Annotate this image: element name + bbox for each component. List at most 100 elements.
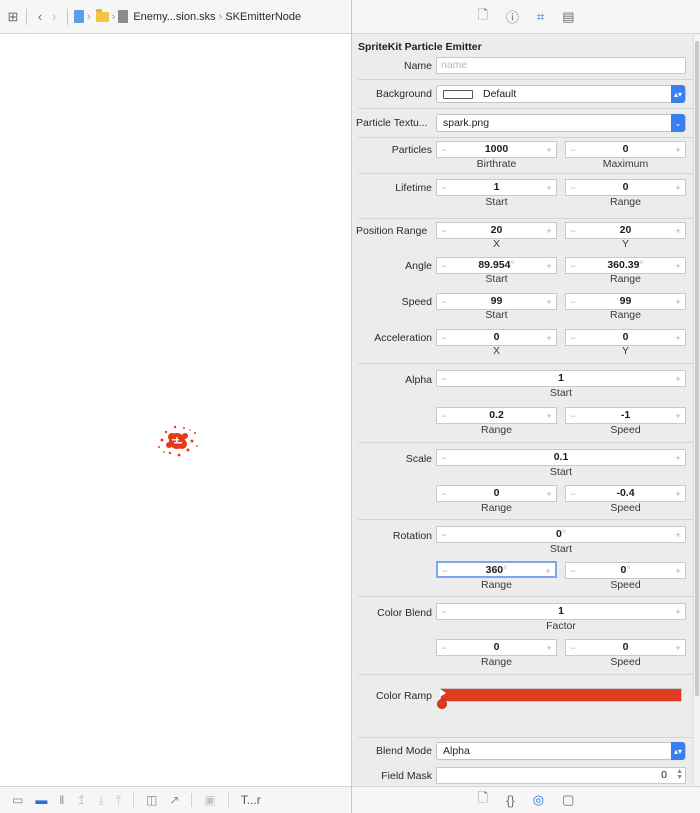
plus-icon[interactable]: + [672, 408, 684, 423]
rotation-range-field[interactable]: 360° [452, 564, 541, 576]
angle-start-value[interactable]: 89.954 [478, 259, 510, 271]
help-icon[interactable]: ⓘ [506, 7, 519, 26]
scale-speed-stepper[interactable]: − -0.4 + [565, 485, 686, 502]
rotation-start-stepper[interactable]: −0° + [436, 526, 686, 543]
position-y-stepper[interactable]: −20 + [565, 222, 686, 239]
plus-icon[interactable]: + [672, 563, 684, 578]
rotation-range-stepper[interactable]: −360° + [436, 561, 557, 578]
file-breadcrumb[interactable]: Enemy...sion.sks [133, 11, 215, 23]
maximum-value[interactable]: 0 [580, 143, 671, 155]
target-icon[interactable]: ◎ [533, 792, 544, 808]
position-x-stepper[interactable]: −20 + [436, 222, 557, 239]
minus-icon[interactable]: − [438, 330, 450, 345]
view-hierarchy-icon[interactable]: ◫ [146, 793, 157, 807]
plus-icon[interactable]: + [543, 258, 555, 273]
plus-icon[interactable]: + [543, 408, 555, 423]
speed-start-stepper[interactable]: −99 + [436, 293, 557, 310]
minus-icon[interactable]: − [438, 180, 450, 195]
plus-icon[interactable]: + [543, 180, 555, 195]
minus-icon[interactable]: − [438, 371, 450, 386]
minus-icon[interactable]: − [438, 450, 450, 465]
lifetime-start-stepper[interactable]: −1 + [436, 179, 557, 196]
plus-icon[interactable]: + [543, 640, 555, 655]
alpha-speed-stepper[interactable]: − -1 + [565, 407, 686, 424]
minus-icon[interactable]: − [567, 223, 579, 238]
inspector-scrollbar[interactable] [693, 35, 700, 786]
acceleration-x-stepper[interactable]: −0 + [436, 329, 557, 346]
minus-icon[interactable]: − [438, 604, 450, 619]
stepper-arrows-icon[interactable]: ▲ ▼ [676, 768, 683, 781]
acceleration-x-value[interactable]: 0 [451, 331, 542, 343]
angle-start-field[interactable]: 89.954° [451, 259, 542, 271]
attributes-icon[interactable]: ⌗ [537, 9, 544, 25]
plus-icon[interactable]: + [672, 640, 684, 655]
color-blend-range-value[interactable]: 0 [451, 641, 542, 653]
step-into-icon[interactable]: ⤓ [98, 793, 103, 808]
scale-range-value[interactable]: 0 [451, 487, 542, 499]
plus-icon[interactable]: + [543, 223, 555, 238]
plus-icon[interactable]: + [672, 258, 684, 273]
minus-icon[interactable]: − [438, 486, 450, 501]
plus-icon[interactable]: + [543, 142, 555, 157]
scene-canvas[interactable] [0, 35, 351, 785]
step-out-icon[interactable]: ⤒ [116, 793, 121, 808]
speed-start-value[interactable]: 99 [451, 295, 542, 307]
minus-icon[interactable]: − [438, 294, 450, 309]
lifetime-start-value[interactable]: 1 [451, 181, 542, 193]
chevron-right-icon[interactable]: › [47, 9, 61, 24]
color-blend-speed-stepper[interactable]: −0 + [565, 639, 686, 656]
color-blend-factor-stepper[interactable]: −1 + [436, 603, 686, 620]
show-navigator-icon[interactable]: ▭ [12, 793, 23, 807]
alpha-range-value[interactable]: 0.2 [451, 409, 542, 421]
plus-icon[interactable]: + [672, 604, 684, 619]
particle-emitter-preview[interactable] [150, 419, 204, 463]
minus-icon[interactable]: − [567, 180, 579, 195]
pause-icon[interactable]: ‖ [59, 793, 64, 807]
minus-icon[interactable]: − [438, 258, 450, 273]
minus-icon[interactable]: − [439, 563, 451, 578]
rotation-speed-field[interactable]: 0° [580, 564, 671, 576]
target-label[interactable]: T...r [241, 793, 261, 807]
color-blend-range-stepper[interactable]: −0 + [436, 639, 557, 656]
color-blend-factor-value[interactable]: 1 [451, 605, 671, 617]
plus-icon[interactable]: + [543, 486, 555, 501]
plus-icon[interactable]: + [542, 563, 554, 578]
rotation-range-value[interactable]: 360 [486, 564, 504, 576]
minus-icon[interactable]: − [438, 527, 450, 542]
birthrate-stepper[interactable]: −1000 + [436, 141, 557, 158]
minus-icon[interactable]: − [567, 294, 579, 309]
acceleration-y-value[interactable]: 0 [580, 331, 671, 343]
position-y-value[interactable]: 20 [580, 224, 671, 236]
project-icon[interactable] [74, 10, 84, 23]
position-x-value[interactable]: 20 [451, 224, 542, 236]
rotation-speed-stepper[interactable]: −0° + [565, 562, 686, 579]
maximum-stepper[interactable]: −0 + [565, 141, 686, 158]
scrollbar-thumb[interactable] [695, 41, 699, 696]
file-icon[interactable]: 🗋 [477, 6, 487, 28]
angle-start-stepper[interactable]: −89.954° + [436, 257, 557, 274]
background-popup[interactable]: Default ▴▾ [436, 85, 686, 103]
plus-icon[interactable]: + [672, 330, 684, 345]
plus-icon[interactable]: + [672, 371, 684, 386]
plus-icon[interactable]: + [672, 486, 684, 501]
minus-icon[interactable]: − [567, 640, 579, 655]
alpha-speed-value[interactable]: -1 [580, 409, 671, 421]
angle-range-stepper[interactable]: −360.39° + [565, 257, 686, 274]
angle-range-value[interactable]: 360.39 [607, 259, 639, 271]
speed-range-stepper[interactable]: −99 + [565, 293, 686, 310]
color-ramp-gradient[interactable] [437, 688, 682, 709]
plus-icon[interactable]: + [672, 527, 684, 542]
color-blend-speed-value[interactable]: 0 [580, 641, 671, 653]
location-icon[interactable]: ↗ [169, 793, 179, 807]
name-field[interactable]: name [436, 57, 686, 74]
speed-range-value[interactable]: 99 [580, 295, 671, 307]
file-icon[interactable]: 🗋 [478, 789, 488, 811]
plus-icon[interactable]: + [672, 142, 684, 157]
minus-icon[interactable]: − [567, 486, 579, 501]
minus-icon[interactable]: − [438, 142, 450, 157]
alpha-range-stepper[interactable]: −0.2 + [436, 407, 557, 424]
blend-mode-popup[interactable]: Alpha ▴▾ [436, 742, 686, 760]
plus-icon[interactable]: + [543, 294, 555, 309]
scale-speed-value[interactable]: -0.4 [580, 487, 671, 499]
scale-start-value[interactable]: 0.1 [451, 451, 671, 463]
